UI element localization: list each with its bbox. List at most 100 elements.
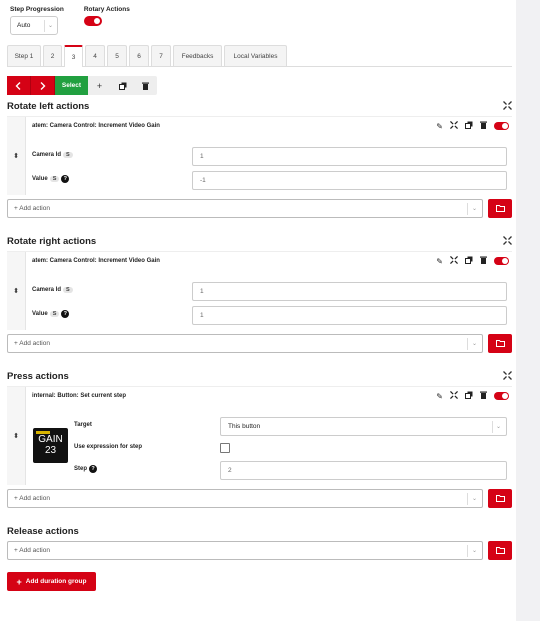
add-action-select[interactable]: + Add action ⌄ [7,334,483,353]
add-action-row: + Add action ⌄ [7,199,512,218]
add-action-select[interactable]: + Add action ⌄ [7,489,483,508]
collapse-icon[interactable] [450,391,458,401]
folder-icon [495,340,505,347]
collapse-icon[interactable] [450,121,458,131]
drag-handle-icon[interactable]: ⬍ [7,117,25,195]
add-action-row: + Add action ⌄ [7,541,512,560]
action-enable-toggle[interactable] [494,122,509,130]
collapse-icon[interactable] [503,371,512,382]
rotary-actions-toggle[interactable] [83,16,102,26]
value-input[interactable]: -1 [192,171,507,190]
action-tools: ✎ [436,256,509,266]
folder-icon [495,547,505,554]
collapse-icon[interactable] [450,256,458,266]
chevron-down-icon: ⌄ [466,493,477,505]
drag-handle-icon[interactable]: ⬍ [7,252,25,330]
tab-local-variables[interactable]: Local Variables [224,45,287,66]
collapse-icon[interactable] [503,101,512,112]
tab-step-2[interactable]: 2 [43,45,62,66]
tab-step-7[interactable]: 7 [151,45,171,66]
button-preview-indicator [36,431,50,434]
action-item: ⬍ internal: Button: Set current step ✎ G… [7,386,512,485]
select-step-button[interactable]: Select [55,76,88,95]
tab-feedbacks[interactable]: Feedbacks [173,45,222,66]
help-icon[interactable]: ? [61,310,70,318]
add-duration-group-button[interactable]: + Add duration group [7,572,96,591]
target-label: Target [74,422,92,428]
trash-icon [142,82,149,90]
drag-handle-icon[interactable]: ⬍ [7,387,25,485]
step-input[interactable]: 2 [220,461,507,480]
step-toolbar: Select + [7,76,157,95]
add-step-button[interactable]: + [88,76,111,95]
button-preview-line1: GAIN [38,434,63,445]
top-options: Step Progression Auto ⌄ Rotary Actions [10,6,130,35]
collapse-icon[interactable] [503,236,512,247]
add-action-placeholder: + Add action [14,495,50,502]
copy-icon[interactable] [465,391,473,401]
add-action-select[interactable]: + Add action ⌄ [7,541,483,560]
copy-icon[interactable] [465,121,473,131]
add-action-select[interactable]: + Add action ⌄ [7,199,483,218]
field-label-text: Value [32,311,48,317]
duplicate-step-button[interactable] [111,76,134,95]
delete-step-button[interactable] [134,76,157,95]
edit-icon[interactable]: ✎ [436,257,443,266]
step-tabs: Step 1 2 3 4 5 6 7 Feedbacks Local Varia… [7,45,512,67]
edit-icon[interactable]: ✎ [436,122,443,131]
trash-icon[interactable] [480,256,487,266]
release-actions-title: Release actions [7,526,79,537]
step-label: Step ? [74,465,98,473]
add-action-placeholder: + Add action [14,205,50,212]
scrollbar-track[interactable] [516,0,540,621]
next-step-button[interactable] [31,76,55,95]
value-label: Value S ? [32,310,70,318]
copy-icon[interactable] [465,256,473,266]
tab-step-4[interactable]: 4 [85,45,105,66]
trash-icon[interactable] [480,391,487,401]
action-tools: ✎ [436,391,509,401]
tab-step-5[interactable]: 5 [107,45,127,66]
field-label-text: Value [32,176,48,182]
action-enable-toggle[interactable] [494,392,509,400]
chevron-down-icon: ⌄ [491,420,501,433]
browse-actions-button[interactable] [488,334,512,353]
folder-icon [495,205,505,212]
action-name: atem: Camera Control: Increment Video Ga… [32,258,160,264]
use-expression-checkbox[interactable] [220,443,230,453]
tab-step-6[interactable]: 6 [129,45,149,66]
trash-icon[interactable] [480,121,487,131]
tab-step-3[interactable]: 3 [64,45,83,67]
field-badge: S [63,287,73,293]
browse-actions-button[interactable] [488,199,512,218]
add-action-placeholder: + Add action [14,547,50,554]
chevron-down-icon: ⌄ [466,203,477,215]
add-duration-group-label: Add duration group [25,578,87,585]
field-label-text: Camera Id [32,287,62,293]
rotate-left-title: Rotate left actions [7,101,90,112]
camera-id-input[interactable]: 1 [192,282,507,301]
field-label-text: Camera Id [32,152,62,158]
action-enable-toggle[interactable] [494,257,509,265]
previous-step-button[interactable] [7,76,31,95]
help-icon[interactable]: ? [61,175,70,183]
camera-id-input[interactable]: 1 [192,147,507,166]
browse-actions-button[interactable] [488,489,512,508]
value-input[interactable]: 1 [192,306,507,325]
folder-icon [495,495,505,502]
edit-icon[interactable]: ✎ [436,392,443,401]
chevron-left-icon [15,81,21,90]
help-icon[interactable]: ? [89,465,98,473]
camera-id-label: Camera Id S [32,287,73,293]
copy-icon [118,82,126,90]
action-tools: ✎ [436,121,509,131]
browse-actions-button[interactable] [488,541,512,560]
field-badge: S [49,311,60,317]
use-expression-label: Use expression for step [74,444,143,450]
tab-step-1[interactable]: Step 1 [7,45,41,66]
step-progression-select[interactable]: Auto ⌄ [10,16,58,35]
chevron-down-icon: ⌄ [466,338,477,350]
button-preview-line2: 23 [44,445,57,456]
target-select[interactable]: This button ⌄ [220,417,507,436]
action-item: ⬍ atem: Camera Control: Increment Video … [7,116,512,195]
